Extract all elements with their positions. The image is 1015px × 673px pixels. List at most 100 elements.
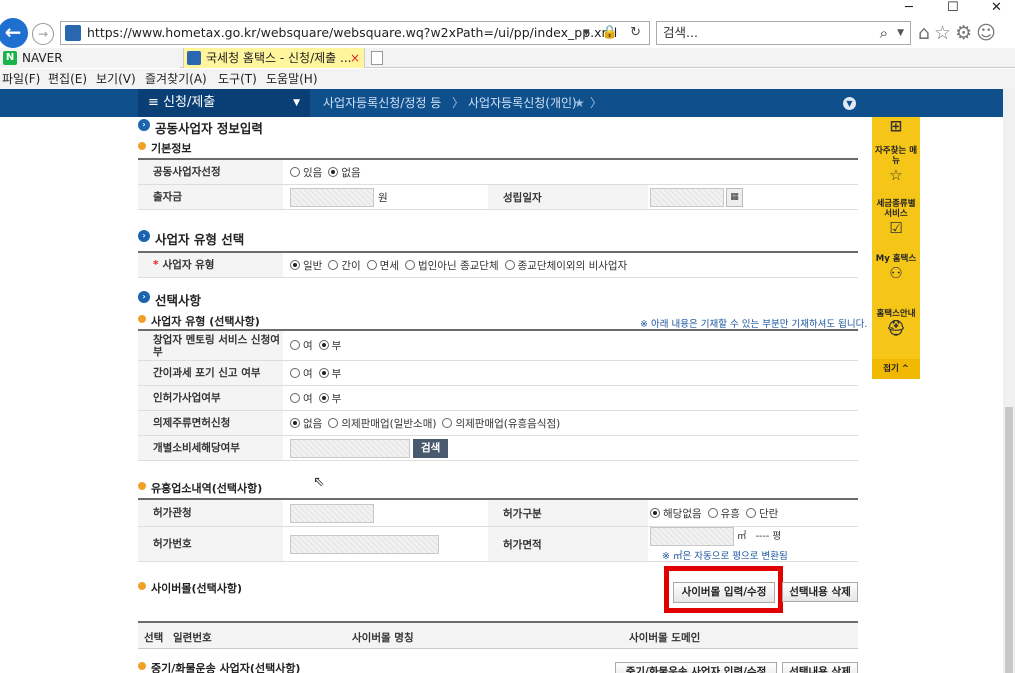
radio-icon <box>328 259 339 270</box>
permit-area-input[interactable] <box>650 526 734 546</box>
table-row: 의제주류면허신청 없음 의제판매업(일반소매) 의제판매업(유흥음식점) <box>138 411 858 436</box>
sidebar-fold-button[interactable]: 접기 ^ <box>872 359 920 379</box>
radio-option[interactable]: 부 <box>318 391 341 406</box>
tab-close-icon[interactable]: × <box>350 48 360 68</box>
subsection-title: 사업자 유형 (선택사항) <box>151 315 260 328</box>
radio-option[interactable]: 단란 <box>745 506 778 521</box>
table-row: 허가번호 허가면적 ㎡ ---- 평 ※ ㎡은 자동으로 평으로 변환됨 <box>138 526 858 562</box>
radio-icon <box>290 166 300 177</box>
radio-option[interactable]: 부 <box>318 366 341 381</box>
tab-hometax[interactable]: 국세청 홈택스 - 신청/제출 ... × <box>183 48 365 68</box>
radio-option[interactable]: 의제판매업(유흥음식점) <box>442 416 560 431</box>
radio-option[interactable]: 유흥 <box>707 506 740 521</box>
nav-menu-dropdown[interactable]: ≡ 신청/제출 ▼ <box>138 89 310 117</box>
sidebar-top-icon[interactable]: ⊞ <box>872 117 920 135</box>
maximize-button[interactable]: ☐ <box>947 0 959 15</box>
radio-icon <box>745 507 756 518</box>
field-label: 허가면적 <box>488 527 648 561</box>
area-line: ㎡ ---- 평 <box>650 526 781 546</box>
table-row: 창업자 멘토링 서비스 신청여부 여 부 <box>138 331 858 361</box>
radio-option[interactable]: 법인아닌 종교단체 <box>404 258 499 273</box>
radio-option[interactable]: 간이 <box>328 258 361 273</box>
search-placeholder: 검색... <box>663 25 698 40</box>
cargo-delete-button[interactable]: 선택내용 삭제 <box>782 662 858 673</box>
url-field[interactable]: https://www.hometax.go.kr/websquare/webs… <box>60 21 650 45</box>
dot-icon <box>138 482 146 490</box>
radio-label: 여 <box>303 392 313 405</box>
sidebar-item-my-hometax[interactable]: My 홈택스 ⚇ <box>872 254 920 282</box>
cybermall-delete-button[interactable]: 선택내용 삭제 <box>782 582 858 602</box>
chevron-down-icon[interactable]: ▼ <box>897 22 904 44</box>
radio-label: 없음 <box>341 166 361 179</box>
forward-button[interactable]: → <box>32 23 54 45</box>
back-button[interactable]: ← <box>0 18 28 48</box>
excise-input[interactable] <box>290 438 410 458</box>
radio-option[interactable]: 여 <box>290 366 313 381</box>
menu-favorites[interactable]: 즐겨찾기(A) <box>145 69 207 89</box>
radio-option[interactable]: 의제판매업(일반소매) <box>328 416 436 431</box>
sidebar-item-tax-services[interactable]: 세금종류별 서비스 ☑ <box>872 199 920 237</box>
url-controls[interactable]: ▾ 🔒 ↻ <box>583 22 645 44</box>
cybermall-input-button[interactable]: 사이버몰 입력/수정 <box>673 582 775 603</box>
tab-naver[interactable]: N NAVER <box>0 48 180 68</box>
browser-toolbar-icons[interactable]: ⌂☆⚙☺ <box>918 20 1015 46</box>
form-content: › 공동사업자 정보입력 기본정보 공동사업자선정 있음 없음 출자금 원 성립… <box>0 117 1003 673</box>
radio-label: 일반 <box>303 259 323 272</box>
menu-help[interactable]: 도움말(H) <box>266 69 318 89</box>
cargo-input-button[interactable]: 중기/화물운송 사업자 입력/수정 <box>615 662 777 673</box>
radio-option[interactable]: 여 <box>290 338 313 353</box>
breadcrumb-2[interactable]: 사업자등록신청(개인) <box>468 89 577 117</box>
radio-option[interactable]: 해당없음 <box>650 506 702 521</box>
menu-tools[interactable]: 도구(T) <box>218 69 257 89</box>
menu-edit[interactable]: 편집(E) <box>48 69 87 89</box>
sidebar-item-frequent-menu[interactable]: 자주찾는 메뉴 ☆ <box>872 146 920 184</box>
section-title: 사업자 유형 선택 <box>155 232 245 247</box>
sidebar-item-label: 자주찾는 메뉴 <box>874 146 918 166</box>
area-note: ※ ㎡은 자동으로 평으로 변환됨 <box>662 550 788 562</box>
permit-office-input[interactable] <box>290 503 374 523</box>
menu-view[interactable]: 보기(V) <box>96 69 136 89</box>
radio-option[interactable]: 면세 <box>366 258 399 273</box>
browser-search-input[interactable]: 검색... ⌕ ▼ <box>656 21 911 45</box>
nav-expand-icon[interactable]: ▼ <box>843 97 856 110</box>
permit-type-radio-group: 해당없음 유흥 단란 <box>650 500 784 526</box>
subsection-cybermall: 사이버몰(선택사항) <box>138 580 242 596</box>
scrollbar-thumb[interactable] <box>1005 407 1013 673</box>
breadcrumb-1[interactable]: 사업자등록신청/정정 등 <box>323 89 441 117</box>
menu-file[interactable]: 파일(F) <box>2 69 40 89</box>
radio-checked-icon <box>318 340 329 350</box>
excise-cell: 검색 <box>290 436 449 460</box>
radio-option[interactable]: 없음 <box>290 416 322 431</box>
new-tab-button[interactable] <box>366 48 388 68</box>
investment-input[interactable] <box>290 187 374 207</box>
radio-option[interactable]: 종교단체이외의 비사업자 <box>504 258 627 273</box>
radio-option[interactable]: 일반 <box>290 258 322 273</box>
chevron-down-icon: ▼ <box>293 98 300 108</box>
unit-label: 원 <box>378 191 388 204</box>
field-label: 인허가사업여부 <box>138 386 283 410</box>
radio-option[interactable]: 부 <box>318 338 341 353</box>
label-text: 사업자 유형 <box>162 259 215 271</box>
favorite-star-icon[interactable]: ★ <box>574 89 585 117</box>
excise-search-button[interactable]: 검색 <box>413 438 449 458</box>
minimize-button[interactable]: ─ <box>905 0 913 15</box>
sidebar-item-hometax-guide[interactable]: 홈택스안내 ⛑ <box>872 309 920 337</box>
search-icon[interactable]: ⌕ <box>880 22 888 44</box>
biztype-table: * 사업자 유형 일반 간이 면세 법인아닌 종교단체 종교단체이외의 비사업자 <box>138 251 858 278</box>
menu-bar: 파일(F) 편집(E) 보기(V) 즐겨찾기(A) 도구(T) 도움말(H) <box>0 69 1015 89</box>
radio-option[interactable]: 없음 <box>328 165 361 180</box>
permit-no-input[interactable] <box>290 534 439 554</box>
table-row: 간이과세 포기 신고 여부 여 부 <box>138 361 858 386</box>
radio-option[interactable]: 있음 <box>290 165 322 180</box>
established-date-input[interactable] <box>650 187 724 207</box>
table-row: 출자금 원 성립일자 ▦ <box>138 185 858 210</box>
field-label: 허가번호 <box>138 527 283 561</box>
star-icon: ☆ <box>889 166 903 184</box>
close-window-button[interactable]: ✕ <box>991 0 1002 15</box>
mouse-cursor-icon: ⇖ <box>313 474 325 490</box>
radio-option[interactable]: 여 <box>290 391 313 406</box>
radio-checked-icon <box>290 259 300 270</box>
calendar-icon[interactable]: ▦ <box>726 187 743 207</box>
page-scrollbar[interactable] <box>1003 89 1015 673</box>
partner-radio-group: 있음 없음 <box>290 160 367 184</box>
